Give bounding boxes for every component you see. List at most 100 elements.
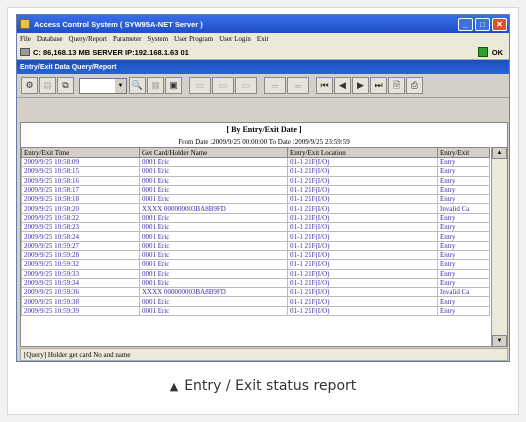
cell-location: 01-1 21F(I/O): [287, 175, 438, 186]
view-one-icon[interactable]: ▭: [189, 77, 211, 94]
scroll-up-icon[interactable]: ▲: [492, 147, 507, 159]
report-heading: [ By Entry/Exit Date ]: [226, 125, 302, 134]
close-button[interactable]: ✕: [492, 17, 507, 31]
page-width-icon[interactable]: ═: [264, 77, 286, 94]
maximize-button[interactable]: □: [475, 17, 490, 31]
cell-time: 2009/9/25 10:59:36: [21, 287, 140, 298]
app-window: Access Control System ( SYW95A-NET Serve…: [16, 14, 510, 362]
menu-user-program[interactable]: User Program: [174, 35, 213, 43]
table-row[interactable]: 2009/9/25 10:58:24 0001 Eric 01-1 21F(I/O)…: [21, 231, 490, 242]
menu-bar: File Database Query/Report Parameter Sys…: [17, 33, 509, 45]
caption-text: Entry / Exit status report: [184, 378, 357, 394]
cell-entry-exit: Entry: [437, 212, 490, 224]
table-row[interactable]: 2009/9/25 10:59:27 0001 Eric 01-1 21F(I/O)…: [21, 240, 490, 251]
table-row[interactable]: 2009/9/25 10:59:32 0001 Eric 01-1 21F(I/O)…: [21, 259, 490, 270]
table-row[interactable]: 2009/9/25 10:58:18 0001 Eric 01-1 21F(I/O)…: [21, 194, 490, 205]
scroll-down-icon[interactable]: ▼: [492, 335, 507, 347]
column-header-time[interactable]: Entry/Exit Time: [21, 147, 140, 158]
menu-exit[interactable]: Exit: [257, 35, 269, 43]
app-icon: [20, 19, 30, 29]
table-row[interactable]: 2009/9/25 10:59:34 0001 Eric 01-1 21F(I/O)…: [21, 277, 490, 289]
table-row[interactable]: 2009/9/25 10:59:39 0001 Eric 01-1 21F(I/O)…: [21, 305, 490, 317]
next-page-icon[interactable]: ▶: [352, 77, 369, 94]
cell-holder: 0001 Eric: [139, 249, 288, 261]
cell-holder: 0001 Eric: [139, 240, 288, 251]
table-row[interactable]: 2009/9/25 10:58:15 0001 Eric 01-1 21F(I/O)…: [21, 166, 490, 177]
cell-entry-exit: Invalid Ca: [437, 287, 490, 298]
server-status-line: C: 86,168.13 MB SERVER IP:192.168.1.63 0…: [17, 45, 509, 60]
cell-entry-exit: Entry: [437, 231, 490, 242]
cell-holder: 0001 Eric: [139, 268, 288, 279]
cell-time: 2009/9/25 10:58:17: [21, 184, 140, 196]
window-status-bar: [Query] Holder get card No and name: [20, 348, 508, 361]
cell-entry-exit: Entry: [437, 296, 490, 307]
cell-time: 2009/9/25 10:58:24: [21, 231, 140, 242]
menu-system[interactable]: System: [147, 35, 168, 43]
column-header-entry-exit[interactable]: Entry/Exit: [437, 147, 490, 158]
cell-holder: XXXX 000000003BA8B9FD: [139, 203, 288, 214]
cell-time: 2009/9/25 10:59:28: [21, 249, 140, 261]
table-row[interactable]: 2009/9/25 10:58:20 XXXX 000000003BA8B9FD 0…: [21, 203, 490, 214]
cell-time: 2009/9/25 10:59:32: [21, 259, 140, 270]
minimize-button[interactable]: _: [458, 17, 473, 31]
cell-time: 2009/9/25 10:58:18: [21, 194, 140, 205]
search-icon[interactable]: 🔍: [129, 77, 146, 94]
cell-time: 2009/9/25 10:58:09: [21, 156, 140, 168]
cell-time: 2009/9/25 10:58:22: [21, 212, 140, 224]
title-bar[interactable]: Access Control System ( SYW95A-NET Serve…: [17, 15, 509, 33]
print-setup-icon[interactable]: ▤: [39, 77, 56, 94]
menu-query-report[interactable]: Query/Report: [69, 35, 108, 43]
cell-location: 01-1 21F(I/O): [287, 240, 438, 251]
menu-database[interactable]: Database: [37, 35, 63, 43]
table-row[interactable]: 2009/9/25 10:59:33 0001 Eric 01-1 21F(I/O)…: [21, 268, 490, 279]
cell-location: 01-1 21F(I/O): [287, 305, 438, 317]
view-two-icon[interactable]: ▭: [212, 77, 234, 94]
menu-user-login[interactable]: User Login: [219, 35, 251, 43]
table-row[interactable]: 2009/9/25 10:59:28 0001 Eric 01-1 21F(I/O)…: [21, 249, 490, 261]
cell-holder: 0001 Eric: [139, 184, 288, 196]
full-page-icon[interactable]: ═: [287, 77, 309, 94]
table-row[interactable]: 2009/9/25 10:59:38 0001 Eric 01-1 21F(I/O)…: [21, 296, 490, 307]
triangle-up-icon: ▲: [169, 380, 179, 393]
report-table: Entry/Exit Time Get Card/Holder Name Ent…: [21, 147, 490, 317]
copy-icon[interactable]: ⧉: [57, 77, 74, 94]
table-row[interactable]: 2009/9/25 10:58:09 0001 Eric 01-1 21F(I/O)…: [21, 156, 490, 168]
previous-page-icon[interactable]: ◀: [334, 77, 351, 94]
zoom-select[interactable]: ▼: [79, 77, 127, 94]
cell-holder: 0001 Eric: [139, 231, 288, 242]
table-row[interactable]: 2009/9/25 10:58:16 0001 Eric 01-1 21F(I/O)…: [21, 175, 490, 186]
cell-time: 2009/9/25 10:58:23: [21, 222, 140, 233]
cell-location: 01-1 21F(I/O): [287, 203, 438, 214]
last-page-icon[interactable]: ⏭: [370, 77, 387, 94]
cell-location: 01-1 21F(I/O): [287, 296, 438, 307]
table-row[interactable]: 2009/9/25 10:58:17 0001 Eric 01-1 21F(I/O)…: [21, 184, 490, 196]
figure-caption: ▲ Entry / Exit status report: [0, 378, 526, 394]
cell-location: 01-1 21F(I/O): [287, 259, 438, 270]
cell-entry-exit: Entry: [437, 184, 490, 196]
cell-entry-exit: Entry: [437, 222, 490, 233]
column-header-location[interactable]: Entry/Exit Location: [287, 147, 438, 158]
table-row[interactable]: 2009/9/25 10:59:36 XXXX 000000003BA8B9FD 0…: [21, 287, 490, 298]
page-icon[interactable]: ▦: [147, 77, 164, 94]
table-row[interactable]: 2009/9/25 10:58:22 0001 Eric 01-1 21F(I/O)…: [21, 212, 490, 224]
view-multi-icon[interactable]: ▭: [235, 77, 257, 94]
first-page-icon[interactable]: ⏮: [316, 77, 333, 94]
cell-holder: 0001 Eric: [139, 166, 288, 177]
cell-time: 2009/9/25 10:59:34: [21, 277, 140, 289]
chevron-down-icon[interactable]: ▼: [115, 78, 126, 93]
printer-icon[interactable]: ⎙: [406, 77, 423, 94]
cell-holder: 0001 Eric: [139, 305, 288, 317]
connection-ok-label: OK: [491, 47, 503, 57]
column-header-holder[interactable]: Get Card/Holder Name: [139, 147, 288, 158]
cell-entry-exit: Entry: [437, 240, 490, 251]
menu-file[interactable]: File: [20, 35, 31, 43]
export-icon[interactable]: ▣: [165, 77, 182, 94]
table-row[interactable]: 2009/9/25 10:58:23 0001 Eric 01-1 21F(I/O)…: [21, 222, 490, 233]
cell-holder: 0001 Eric: [139, 212, 288, 224]
preview-icon[interactable]: 🗎: [388, 77, 405, 94]
cell-entry-exit: Entry: [437, 156, 490, 168]
cell-time: 2009/9/25 10:59:38: [21, 296, 140, 307]
vertical-scrollbar[interactable]: ▲ ▼: [491, 147, 507, 347]
menu-parameter[interactable]: Parameter: [113, 35, 141, 43]
query-icon[interactable]: ⚙: [21, 77, 38, 94]
